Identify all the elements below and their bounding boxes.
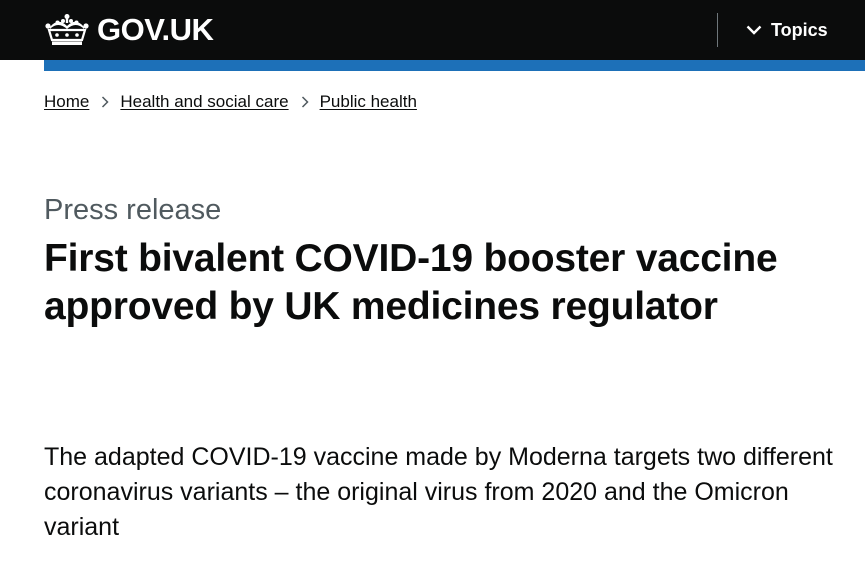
site-header: GOV.UK Topics bbox=[0, 0, 865, 60]
breadcrumb: Home Health and social care Public healt… bbox=[44, 91, 417, 113]
page-title: First bivalent COVID-19 booster vaccine … bbox=[44, 237, 778, 328]
govuk-logo-link[interactable]: GOV.UK bbox=[44, 12, 214, 48]
chevron-right-icon bbox=[301, 96, 309, 108]
crown-icon bbox=[44, 13, 90, 47]
header-divider bbox=[717, 13, 718, 47]
header-blue-bar bbox=[44, 60, 865, 71]
chevron-down-icon bbox=[746, 25, 771, 36]
topics-label: Topics bbox=[771, 20, 828, 40]
breadcrumb-public-health-link[interactable]: Public health bbox=[320, 91, 417, 113]
chevron-right-icon bbox=[101, 96, 109, 108]
breadcrumb-home-link[interactable]: Home bbox=[44, 91, 89, 113]
topics-menu-button[interactable]: Topics bbox=[746, 17, 828, 43]
logo-text: GOV.UK bbox=[97, 12, 214, 47]
document-type-caption: Press release bbox=[44, 194, 222, 226]
page-lede: The adapted COVID-19 vaccine made by Mod… bbox=[44, 443, 833, 541]
breadcrumb-health-link[interactable]: Health and social care bbox=[120, 91, 288, 113]
